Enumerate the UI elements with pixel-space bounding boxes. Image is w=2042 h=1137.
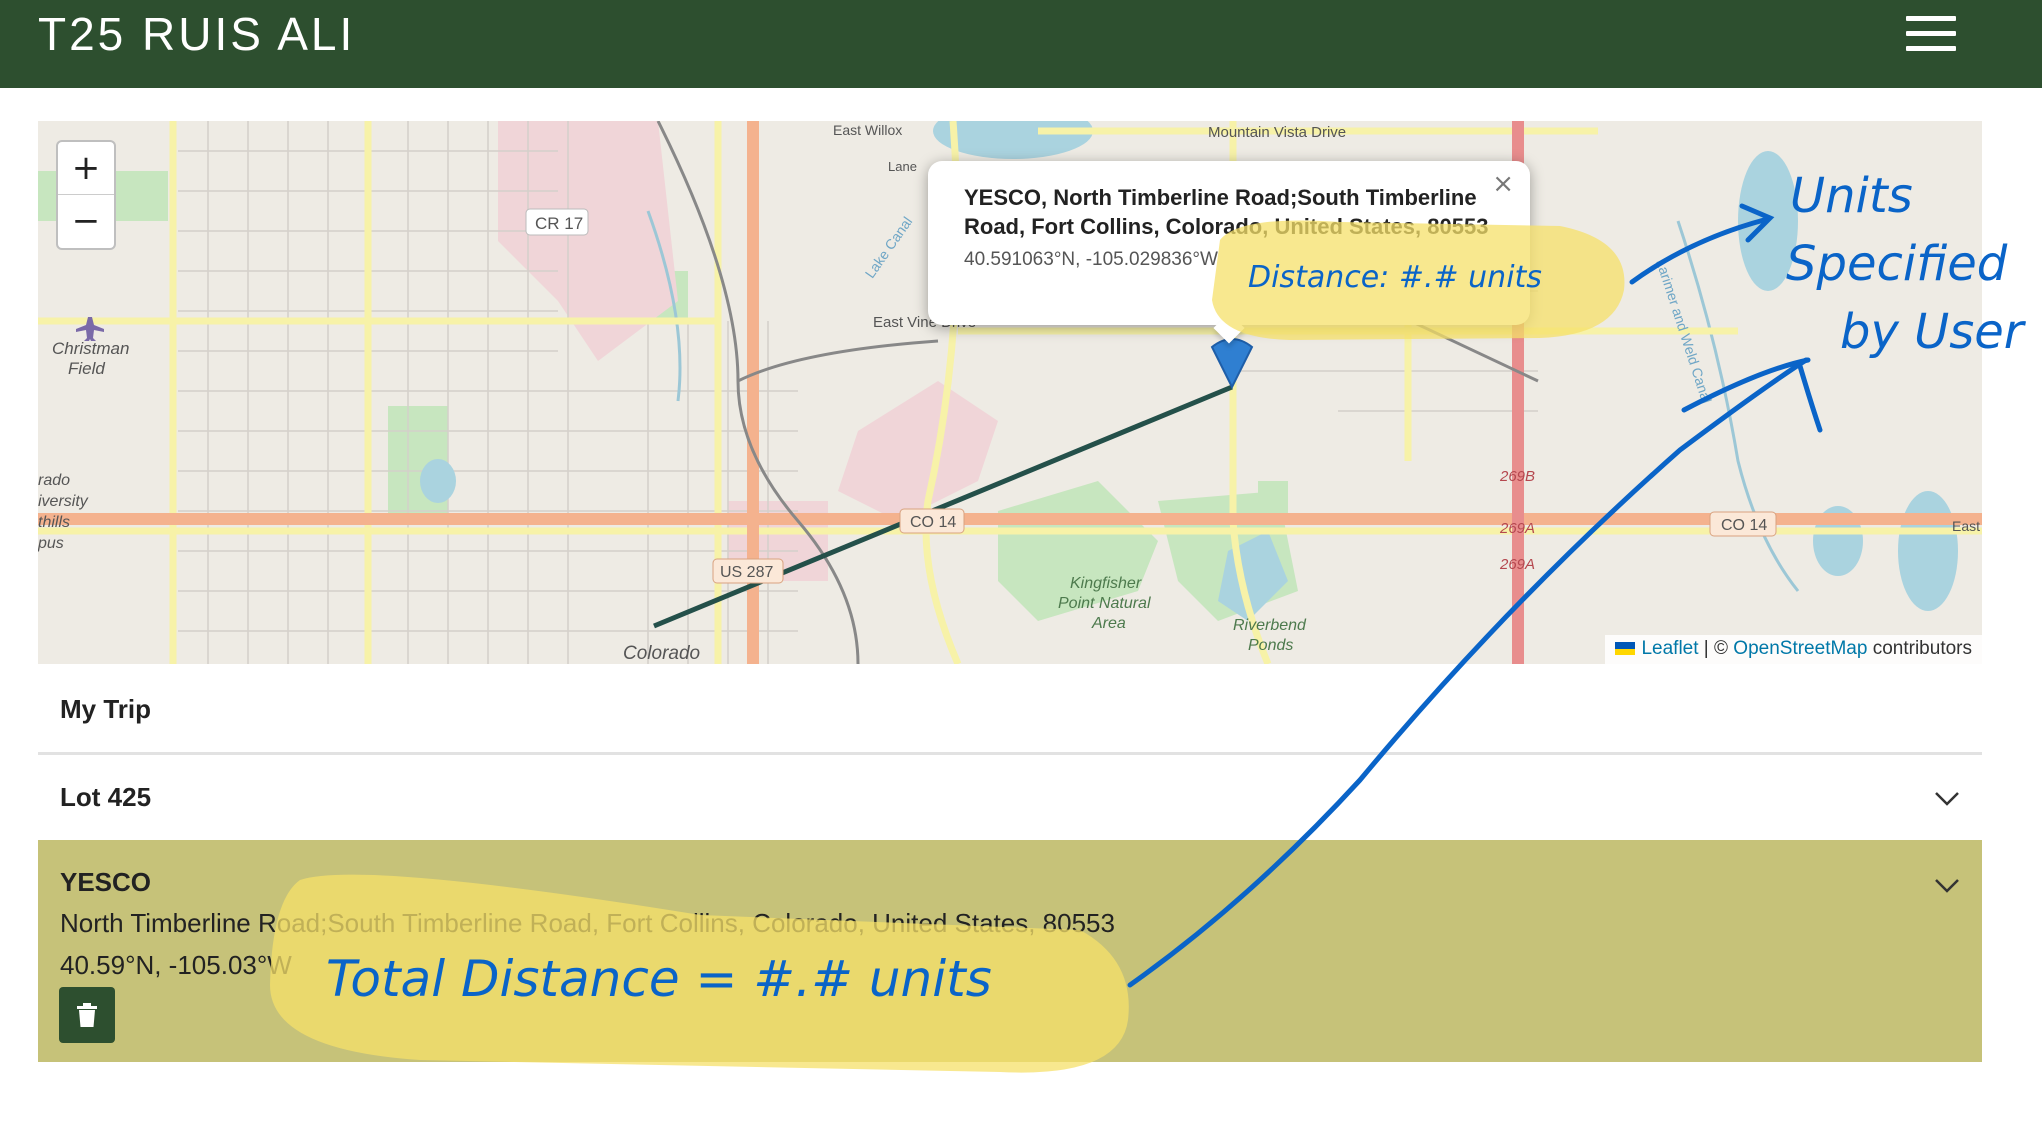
label-mountain-vista: Mountain Vista Drive: [1208, 124, 1346, 141]
annotation-distance-note: Distance: #.# units: [1248, 260, 1542, 295]
delete-button[interactable]: [59, 987, 115, 1043]
app-title[interactable]: T25 RUIS ALI: [38, 2, 355, 66]
zoom-in-button[interactable]: +: [58, 142, 114, 195]
annotation-total-distance-note: Total Distance = #.# units: [326, 950, 992, 1008]
list-item[interactable]: Lot 425: [38, 755, 1982, 839]
zoom-control: + −: [56, 140, 116, 250]
app-header: T25 RUIS ALI: [0, 0, 2042, 88]
chevron-down-icon[interactable]: [1934, 785, 1960, 811]
label-lane: Lane: [888, 159, 917, 174]
label-field: Field: [68, 359, 105, 378]
trip-title: My Trip: [60, 694, 152, 724]
leaflet-link[interactable]: Leaflet: [1641, 638, 1698, 659]
annotation-units-line-1: Units: [1790, 168, 1913, 224]
ukraine-flag-icon: [1615, 642, 1636, 656]
place-name: Lot 425: [60, 782, 152, 812]
attribution-contributors: contributors: [1872, 638, 1972, 659]
annotation-units-line-3: by User: [1840, 304, 2024, 360]
label-kingfisher-2: Point Natural: [1058, 595, 1151, 612]
label-csu4: pus: [38, 535, 64, 552]
map-marker[interactable]: [1210, 338, 1254, 390]
label-269a-1: 269A: [1499, 520, 1535, 537]
annotation-units-line-2: Specified: [1786, 236, 2008, 292]
label-csu1: rado: [38, 472, 70, 489]
trip-header: My Trip: [38, 664, 1982, 755]
label-riverbend-1: Riverbend: [1233, 617, 1307, 634]
label-269a-2: 269A: [1499, 556, 1535, 573]
trash-icon: [77, 1003, 97, 1027]
hamburger-icon[interactable]: [1906, 16, 1956, 52]
label-kingfisher-3: Area: [1091, 615, 1126, 632]
label-east-willox: East Willox: [833, 122, 902, 138]
label-co14-right: CO 14: [1721, 517, 1767, 534]
place-coords: 40.59°N, -105.03°W: [60, 950, 292, 980]
label-csu3: thills: [38, 514, 70, 531]
label-christman: Christman: [52, 339, 129, 358]
map-attribution: Leaflet | © OpenStreetMap contributors: [1605, 635, 1982, 664]
label-us287: US 287: [720, 564, 773, 581]
label-kingfisher-1: Kingfisher: [1070, 575, 1142, 592]
map[interactable]: CR 17 Mountain Vista Drive East Willox L…: [38, 121, 1982, 664]
label-colorado: Colorado: [623, 643, 700, 664]
label-riverbend-2: Ponds: [1248, 637, 1293, 654]
place-address: North Timberline Road;South Timberline R…: [60, 908, 1115, 938]
label-csu2: iversity: [38, 493, 89, 510]
location-popup: × YESCO, North Timberline Road;South Tim…: [928, 161, 1530, 344]
close-icon[interactable]: ×: [1492, 169, 1514, 199]
place-name: YESCO: [60, 867, 152, 897]
osm-link[interactable]: OpenStreetMap: [1733, 638, 1867, 659]
label-co14-mid: CO 14: [910, 514, 956, 531]
zoom-out-button[interactable]: −: [58, 195, 114, 247]
label-269b: 269B: [1499, 468, 1535, 485]
label-east: East: [1952, 518, 1980, 534]
label-cr17: CR 17: [535, 214, 583, 233]
label-lake-canal: Lake Canal: [862, 214, 916, 281]
popup-title: YESCO, North Timberline Road;South Timbe…: [964, 185, 1489, 239]
attribution-sep: | ©: [1703, 638, 1729, 659]
chevron-down-icon[interactable]: [1934, 872, 1960, 898]
